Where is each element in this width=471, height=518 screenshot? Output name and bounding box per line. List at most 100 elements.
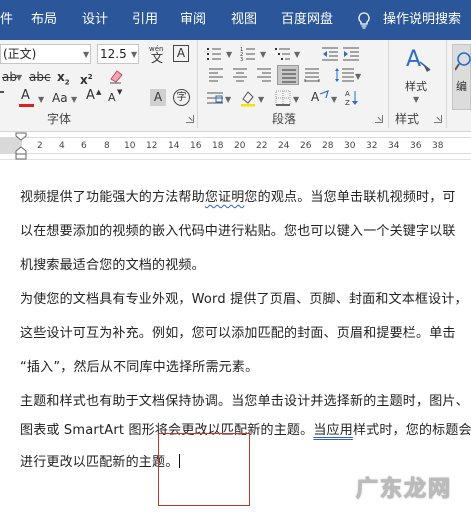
shrink-arrow-icon: ▼ [117, 88, 123, 96]
find-icon [455, 52, 471, 71]
ruler-tick-label: 8 [104, 141, 110, 151]
underline-dropdown-icon[interactable]: ▼ [16, 73, 22, 82]
document-page[interactable]: 视频提供了功能强大的方法帮助您证明您的观点。当您单击联机视频时，可 以在想要添加… [0, 161, 471, 518]
indent-marker-icon[interactable] [14, 132, 28, 160]
shading-icon[interactable] [239, 89, 257, 107]
shrink-font-button[interactable]: A ▼ [108, 88, 124, 108]
editing-button[interactable]: 编 [452, 44, 471, 110]
tab-file[interactable]: 件 [0, 11, 13, 28]
svg-text:A: A [311, 90, 320, 104]
align-right-icon[interactable] [256, 68, 272, 82]
borders-icon[interactable] [275, 90, 291, 106]
asian-layout-dropdown-icon[interactable]: ▼ [225, 95, 231, 104]
font-color-swatch [19, 104, 34, 107]
tab-view[interactable]: 视图 [231, 11, 257, 28]
ruler-tick-label: 16 [190, 141, 202, 151]
group-divider [197, 40, 198, 128]
subscript-x: x [57, 70, 65, 84]
ruler-tick-label: 22 [256, 141, 268, 151]
svg-text:Z: Z [345, 99, 350, 107]
ribbon-home: (正文) ▼ 12.5 ▼ wén 文 A ab ▼ abc x2 x2 A ▼… [0, 40, 471, 132]
lightbulb-icon[interactable] [357, 12, 371, 29]
strikethrough-prefix[interactable]: ab [2, 69, 17, 85]
text-effects-edge [0, 91, 4, 93]
tab-review[interactable]: 审阅 [180, 11, 206, 28]
character-shading-button[interactable]: A [150, 89, 166, 106]
proofing-mark[interactable]: 当应用 [313, 423, 353, 438]
line-text: 进行更改以匹配新的主题。 [20, 455, 179, 470]
superscript-button[interactable]: x2 [80, 69, 93, 88]
change-case-button[interactable]: Aa [52, 90, 68, 106]
ruler-tick-label: 38 [432, 141, 444, 151]
document-line: 视频提供了功能强大的方法帮助您证明您的观点。当您单击联机视频时，可 [20, 186, 464, 205]
asian-layout-icon[interactable] [206, 90, 224, 106]
character-border-button[interactable]: A [173, 45, 189, 62]
grow-font-button[interactable]: A ▲ [86, 88, 102, 108]
proofing-mark[interactable]: 您证明 [205, 190, 245, 205]
line-spacing-icon[interactable] [334, 66, 356, 84]
bullets-icon[interactable] [206, 46, 226, 62]
styles-dropdown-icon[interactable]: ▼ [413, 95, 419, 104]
ruler-tick-label: 32 [366, 141, 378, 151]
phonetic-guide-button[interactable]: wén 文 [149, 44, 165, 65]
tab-baidu-netdisk[interactable]: 百度网盘 [281, 11, 333, 28]
ruler-tick-label: 24 [278, 141, 290, 151]
paragraph-group-label: 段落 [272, 112, 297, 126]
ruler-tick-label: 30 [344, 141, 356, 151]
ruler-tick-label: 4 [59, 141, 65, 151]
watermark-logo: 广东龙网 [355, 476, 453, 503]
numbering-icon[interactable]: 123 [240, 46, 260, 62]
tab-references[interactable]: 引用 [132, 11, 158, 28]
tab-design[interactable]: 设计 [82, 11, 108, 28]
bullets-dropdown-icon[interactable]: ▼ [226, 50, 232, 59]
ruler-tick-label: 28 [322, 141, 334, 151]
ruler-tick-label: 36 [410, 141, 422, 151]
line-spacing-dropdown-icon[interactable]: ▼ [355, 72, 361, 81]
line-text: 您的观点。当您单击联机视频时，可 [244, 190, 456, 205]
increase-indent-icon[interactable] [342, 46, 360, 62]
font-name-dropdown-icon[interactable]: ▼ [83, 50, 89, 59]
shading-dropdown-icon[interactable]: ▼ [258, 95, 264, 104]
subscript-button[interactable]: x2 [57, 69, 70, 90]
strikethrough-button[interactable]: abc [29, 69, 51, 85]
enclose-characters-button[interactable]: 字 [173, 89, 190, 106]
align-center-icon[interactable] [232, 68, 248, 82]
font-color-dropdown-icon[interactable]: ▼ [38, 95, 44, 104]
superscript-x: x [80, 73, 88, 87]
numbering-dropdown-icon[interactable]: ▼ [260, 50, 266, 59]
superscript-mark: 2 [87, 73, 93, 81]
chinese-layout-dropdown-icon[interactable]: ▼ [331, 95, 337, 104]
tab-layout[interactable]: 布局 [31, 11, 57, 28]
justify-button[interactable] [277, 65, 299, 85]
clear-formatting-icon[interactable] [107, 67, 125, 85]
horizontal-ruler[interactable]: 2 4 6 8 10 12 14 16 18 20 22 24 26 28 30… [0, 132, 471, 160]
decrease-indent-icon[interactable] [321, 46, 339, 62]
styles-dialog-launcher-icon[interactable] [434, 115, 442, 123]
group-divider [446, 40, 447, 128]
change-case-dropdown-icon[interactable]: ▼ [71, 95, 77, 104]
multilevel-dropdown-icon[interactable]: ▼ [294, 50, 300, 59]
ruler-tick-label: 34 [388, 141, 400, 151]
justify-icon [282, 69, 296, 83]
sort-icon[interactable]: AZ [345, 89, 359, 107]
distributed-icon[interactable] [304, 68, 320, 82]
font-name-select[interactable]: (正文) [0, 44, 91, 64]
svg-text:A: A [345, 90, 350, 98]
font-size-value: 12.5 [100, 47, 127, 61]
styles-button-label[interactable]: 样式 [405, 79, 427, 95]
font-size-dropdown-icon[interactable]: ▼ [131, 50, 137, 59]
highlight-box [158, 433, 250, 506]
paragraph-dialog-launcher-icon[interactable] [375, 115, 383, 123]
ruler-tick-label: 18 [212, 141, 224, 151]
borders-dropdown-icon[interactable]: ▼ [293, 95, 299, 104]
chinese-layout-icon[interactable]: A [310, 89, 330, 107]
font-color-button[interactable]: A [18, 88, 36, 108]
multilevel-list-icon[interactable] [274, 46, 294, 62]
tell-me-search[interactable]: 操作说明搜索 [383, 11, 461, 28]
editing-label: 编 [456, 80, 467, 93]
styles-gallery-icon[interactable]: A [403, 44, 433, 76]
align-left-icon[interactable] [208, 68, 224, 82]
font-dialog-launcher-icon[interactable] [186, 115, 194, 123]
shrink-font-a: A [108, 91, 116, 104]
document-line: 以在想要添加的视频的嵌入代码中进行粘贴。您也可以键入一个关键字以联 [20, 224, 456, 239]
